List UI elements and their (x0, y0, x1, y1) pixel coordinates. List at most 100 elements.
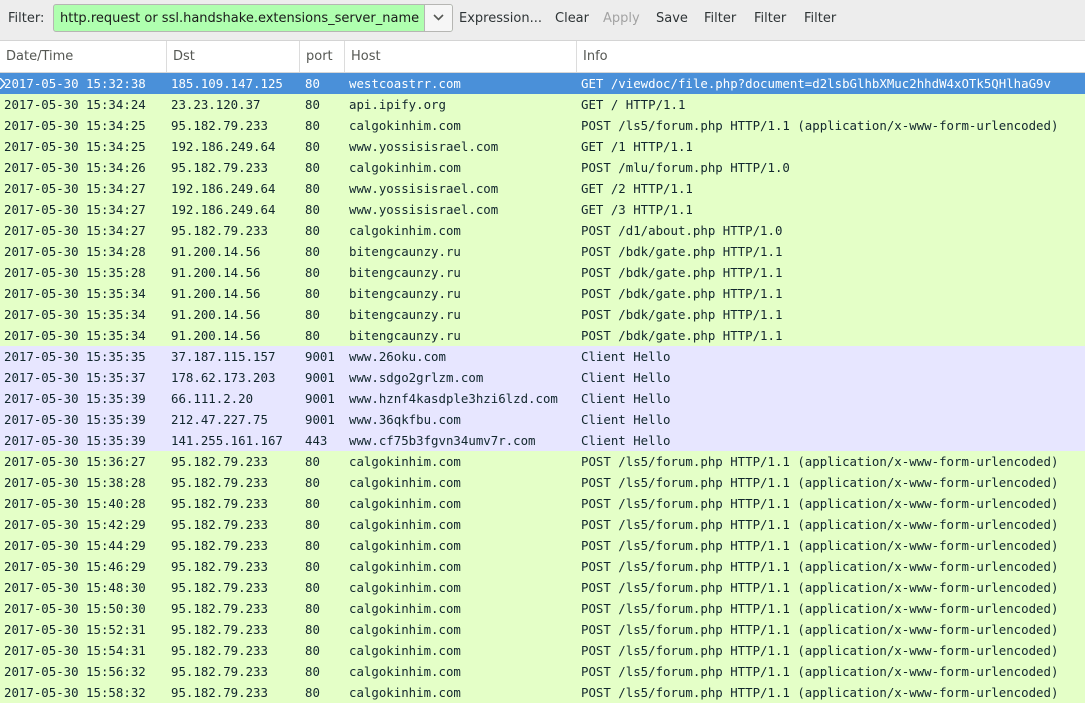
cell-host: bitengcaunzy.ru (349, 244, 461, 259)
cell-host: calgokinhim.com (349, 685, 461, 700)
packet-row[interactable]: 2017-05-30 15:38:28 95.182.79.233 80 calgok… (0, 472, 1085, 493)
cell-dst: 95.182.79.233 (171, 496, 268, 511)
packet-row[interactable]: 2017-05-30 15:54:31 95.182.79.233 80 calgok… (0, 640, 1085, 661)
cell-host: calgokinhim.com (349, 517, 461, 532)
cell-date-time: 2017-05-30 15:36:27 (4, 454, 146, 469)
column-header-port[interactable]: port (300, 41, 345, 72)
cell-port: 80 (305, 622, 320, 637)
cell-info: POST /mlu/forum.php HTTP/1.0 (581, 160, 790, 175)
cell-port: 9001 (305, 412, 335, 427)
packet-row[interactable]: 2017-05-30 15:35:34 91.200.14.56 80 bitengc… (0, 325, 1085, 346)
clear-button[interactable]: Clear (555, 11, 589, 26)
filter-button-2[interactable]: Filter (754, 11, 786, 26)
cell-info: POST /bdk/gate.php HTTP/1.1 (581, 244, 783, 259)
column-header-date-time[interactable]: Date/Time (0, 41, 167, 72)
cell-host: api.ipify.org (349, 97, 446, 112)
packet-row[interactable]: 2017-05-30 15:34:27 192.186.249.64 80 www.y… (0, 199, 1085, 220)
packet-row[interactable]: 2017-05-30 15:40:28 95.182.79.233 80 calgok… (0, 493, 1085, 514)
packet-row[interactable]: 2017-05-30 15:46:29 95.182.79.233 80 calgok… (0, 556, 1085, 577)
cell-dst: 95.182.79.233 (171, 643, 268, 658)
cell-port: 80 (305, 601, 320, 616)
packet-row[interactable]: 2017-05-30 15:36:27 95.182.79.233 80 calgok… (0, 451, 1085, 472)
cell-date-time: 2017-05-30 15:35:34 (4, 328, 146, 343)
filter-button-3[interactable]: Filter (804, 11, 836, 26)
cell-port: 80 (305, 76, 320, 91)
cell-date-time: 2017-05-30 15:52:31 (4, 622, 146, 637)
packet-row[interactable]: 2017-05-30 15:35:28 91.200.14.56 80 bitengc… (0, 262, 1085, 283)
cell-info: Client Hello (581, 433, 671, 448)
cell-host: bitengcaunzy.ru (349, 265, 461, 280)
filter-history-dropdown-button[interactable] (424, 5, 452, 31)
cell-info: Client Hello (581, 349, 671, 364)
cell-info: POST /ls5/forum.php HTTP/1.1 (applicatio… (581, 475, 1059, 490)
packet-row[interactable]: 2017-05-30 15:34:27 95.182.79.233 80 calgok… (0, 220, 1085, 241)
cell-date-time: 2017-05-30 15:56:32 (4, 664, 146, 679)
column-header-info[interactable]: Info (577, 41, 1085, 72)
packet-row[interactable]: 2017-05-30 15:35:37 178.62.173.203 9001 www… (0, 367, 1085, 388)
packet-row[interactable]: 2017-05-30 15:50:30 95.182.79.233 80 calgok… (0, 598, 1085, 619)
cell-port: 80 (305, 685, 320, 700)
cell-dst: 192.186.249.64 (171, 202, 276, 217)
cell-date-time: 2017-05-30 15:58:32 (4, 685, 146, 700)
cell-dst: 23.23.120.37 (171, 97, 261, 112)
column-header-host[interactable]: Host (345, 41, 577, 72)
cell-dst: 95.182.79.233 (171, 538, 268, 553)
cell-info: POST /d1/about.php HTTP/1.0 (581, 223, 783, 238)
filter-button-1[interactable]: Filter (704, 11, 736, 26)
expression-button[interactable]: Expression... (459, 11, 542, 26)
save-button[interactable]: Save (656, 11, 688, 26)
display-filter-toolbar: Filter: Expression... Clear Apply Save F… (0, 0, 1085, 41)
cell-host: calgokinhim.com (349, 559, 461, 574)
packet-row[interactable]: 2017-05-30 15:35:34 91.200.14.56 80 bitengc… (0, 283, 1085, 304)
display-filter-combo[interactable] (53, 4, 453, 32)
packet-row[interactable]: 2017-05-30 15:35:39 141.255.161.167 443 www… (0, 430, 1085, 451)
packet-row[interactable]: 2017-05-30 15:34:25 192.186.249.64 80 www.y… (0, 136, 1085, 157)
packet-row[interactable]: 2017-05-30 15:35:39 212.47.227.75 9001 www.… (0, 409, 1085, 430)
cell-port: 80 (305, 664, 320, 679)
packet-row[interactable]: 2017-05-30 15:35:34 91.200.14.56 80 bitengc… (0, 304, 1085, 325)
cell-dst: 95.182.79.233 (171, 622, 268, 637)
packet-row[interactable]: 2017-05-30 15:34:24 23.23.120.37 80 api.ipi… (0, 94, 1085, 115)
packet-row[interactable]: 2017-05-30 15:44:29 95.182.79.233 80 calgok… (0, 535, 1085, 556)
cell-date-time: 2017-05-30 15:35:35 (4, 349, 146, 364)
cell-port: 80 (305, 202, 320, 217)
cell-dst: 95.182.79.233 (171, 454, 268, 469)
cell-dst: 91.200.14.56 (171, 328, 261, 343)
cell-port: 80 (305, 97, 320, 112)
cell-dst: 37.187.115.157 (171, 349, 276, 364)
apply-button[interactable]: Apply (603, 11, 640, 26)
packet-row[interactable]: 2017-05-30 15:56:32 95.182.79.233 80 calgok… (0, 661, 1085, 682)
packet-row[interactable]: 2017-05-30 15:35:39 66.111.2.20 9001 www.hz… (0, 388, 1085, 409)
cell-port: 80 (305, 559, 320, 574)
packet-row[interactable]: 2017-05-30 15:48:30 95.182.79.233 80 calgok… (0, 577, 1085, 598)
cell-host: bitengcaunzy.ru (349, 328, 461, 343)
cell-date-time: 2017-05-30 15:48:30 (4, 580, 146, 595)
packet-row[interactable]: 2017-05-30 15:42:29 95.182.79.233 80 calgok… (0, 514, 1085, 535)
display-filter-input[interactable] (54, 5, 424, 31)
column-header-dst[interactable]: Dst (167, 41, 300, 72)
packet-row[interactable]: 2017-05-30 15:34:25 95.182.79.233 80 calgok… (0, 115, 1085, 136)
cell-info: POST /ls5/forum.php HTTP/1.1 (applicatio… (581, 643, 1059, 658)
cell-date-time: 2017-05-30 15:35:39 (4, 412, 146, 427)
cell-info: POST /ls5/forum.php HTTP/1.1 (applicatio… (581, 580, 1059, 595)
cell-date-time: 2017-05-30 15:35:34 (4, 286, 146, 301)
packet-row[interactable]: 2017-05-30 15:34:26 95.182.79.233 80 calgok… (0, 157, 1085, 178)
cell-port: 9001 (305, 349, 335, 364)
packet-list-header: Date/Time Dst port Host Info (0, 41, 1085, 73)
packet-row[interactable]: 2017-05-30 15:58:32 95.182.79.233 80 calgok… (0, 682, 1085, 703)
packet-row[interactable]: 2017-05-30 15:34:27 192.186.249.64 80 www.y… (0, 178, 1085, 199)
chevron-down-icon (433, 14, 444, 21)
cell-dst: 91.200.14.56 (171, 265, 261, 280)
cell-host: www.yossisisrael.com (349, 181, 499, 196)
cell-date-time: 2017-05-30 15:42:29 (4, 517, 146, 532)
packet-row[interactable]: 2017-05-30 15:34:28 91.200.14.56 80 bitengc… (0, 241, 1085, 262)
cell-info: Client Hello (581, 370, 671, 385)
cell-host: www.hznf4kasdple3hzi6lzd.com (349, 391, 558, 406)
packet-row[interactable]: 2017-05-30 15:52:31 95.182.79.233 80 calgok… (0, 619, 1085, 640)
packet-row[interactable]: 2017-05-30 15:35:35 37.187.115.157 9001 www… (0, 346, 1085, 367)
cell-dst: 95.182.79.233 (171, 580, 268, 595)
cell-port: 80 (305, 181, 320, 196)
cell-port: 80 (305, 475, 320, 490)
cell-info: POST /ls5/forum.php HTTP/1.1 (applicatio… (581, 118, 1059, 133)
packet-row-selected[interactable]: 2017-05-30 15:32:38 185.109.147.125 80 west… (0, 73, 1085, 94)
